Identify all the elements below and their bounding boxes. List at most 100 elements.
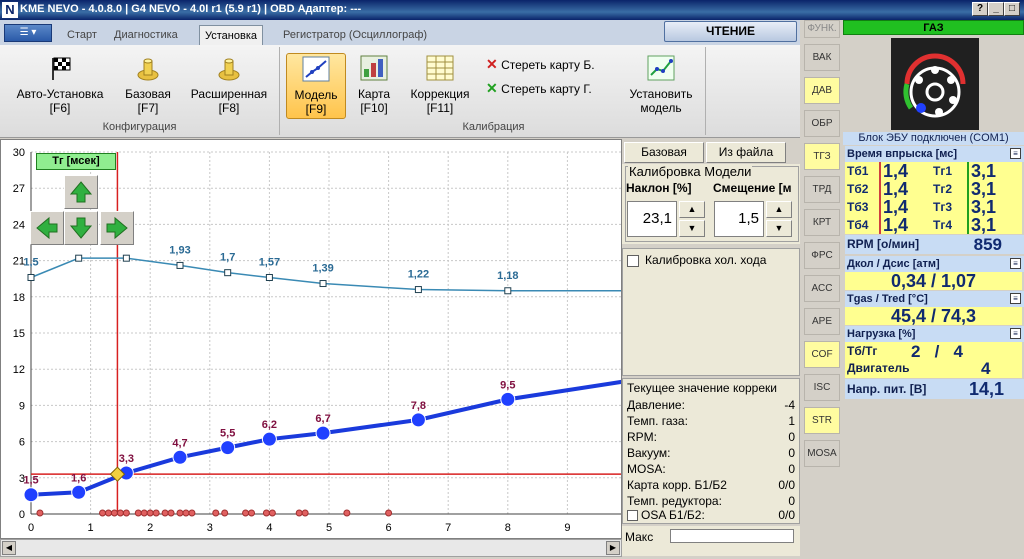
move-down-button[interactable]: [64, 211, 98, 245]
expand-icon[interactable]: ≡: [1010, 328, 1021, 339]
row-value: 0: [788, 430, 795, 444]
current-correction-panel: Текущее значение корреки Давление: -4 Тем…: [622, 378, 800, 524]
sample-point: [301, 509, 309, 517]
series-point-petrol: [172, 449, 188, 465]
max-label: Макс: [625, 530, 654, 544]
side-tab-2[interactable]: ДАВ: [804, 77, 840, 104]
minimize-button[interactable]: _: [988, 2, 1004, 16]
side-tab-0[interactable]: ФУНК.: [804, 20, 840, 38]
idle-checkbox[interactable]: [627, 255, 639, 267]
offset-input[interactable]: 1,5: [714, 201, 764, 237]
config-group-label: Конфигурация: [102, 121, 177, 133]
gas-info-panel: ГАЗ Блок ЭБУ подключен (COM1) Время впры…: [843, 20, 1024, 559]
expand-icon[interactable]: ≡: [1010, 148, 1021, 159]
max-row: Макс: [622, 526, 800, 556]
vertical-tabs: ФУНК. ВАК ДАВ ОБР ТГЗ ТРД КРТ ФРС АСС АРЕ COF ISC ST…: [800, 20, 843, 559]
side-tab-10[interactable]: COF: [804, 341, 840, 368]
slope-down-button[interactable]: ▼: [679, 220, 705, 237]
erase-map-g-button[interactable]: ✕ Стереть карту Г.: [486, 79, 626, 97]
model-button[interactable]: Модель [F9]: [286, 53, 346, 119]
side-tab-13[interactable]: MOSA: [804, 440, 840, 467]
app-menu-button[interactable]: ☰ ▾: [4, 24, 52, 42]
advanced-setup-button[interactable]: Расширенная [F8]: [184, 55, 274, 115]
tab-setup[interactable]: Установка: [199, 25, 263, 45]
chart-hscrollbar[interactable]: ◀ ▶: [0, 539, 622, 557]
set-model-label: Установить: [629, 87, 693, 101]
inj-bank1-label: Тб1: [847, 164, 869, 178]
x-tick-label: 1: [88, 522, 94, 534]
x-tick-label: 0: [28, 522, 34, 534]
offset-down-button[interactable]: ▼: [766, 220, 792, 237]
voltage-row: Напр. пит. [В] 14,1: [845, 379, 1024, 399]
rpm-value: 859: [973, 235, 1002, 254]
scroll-left-icon[interactable]: ◀: [2, 541, 16, 555]
osa-checkbox[interactable]: [627, 510, 638, 521]
load-label-text: Нагрузка [%]: [847, 328, 916, 340]
series-point-gas: [504, 287, 512, 295]
correction-button[interactable]: Коррекция [F11]: [402, 55, 478, 115]
side-tab-9[interactable]: АРЕ: [804, 308, 840, 335]
data-label-gas: 1,57: [259, 256, 280, 268]
side-tab-3[interactable]: ОБР: [804, 110, 840, 137]
side-tab-12[interactable]: STR: [804, 407, 840, 434]
move-up-button[interactable]: [64, 175, 98, 209]
row-label: Карта корр. Б1/Б2: [627, 478, 727, 492]
set-model-button[interactable]: Установить модель: [622, 55, 700, 115]
tab-start[interactable]: Старт: [62, 25, 102, 45]
series-point-gas: [176, 261, 184, 269]
slope-input[interactable]: 23,1: [627, 201, 677, 237]
tab-recorder[interactable]: Регистратор (Осциллограф): [278, 25, 432, 45]
slope-up-button[interactable]: ▲: [679, 201, 705, 218]
auto-setup-label: Авто-Установка: [16, 87, 104, 101]
side-tab-6[interactable]: КРТ: [804, 209, 840, 236]
gas-switch-icon[interactable]: [891, 38, 979, 130]
maximize-button[interactable]: □: [1004, 2, 1020, 16]
sample-point: [99, 509, 107, 517]
scroll-right-icon[interactable]: ▶: [606, 541, 620, 555]
side-tab-11[interactable]: ISC: [804, 374, 840, 401]
offset-up-button[interactable]: ▲: [766, 201, 792, 218]
side-tab-5[interactable]: ТРД: [804, 176, 840, 203]
expand-icon[interactable]: ≡: [1010, 293, 1021, 304]
expand-icon[interactable]: ≡: [1010, 258, 1021, 269]
current-correction-title: Текущее значение корреки: [627, 381, 777, 395]
sample-point: [248, 509, 256, 517]
side-tab-4[interactable]: ТГЗ: [804, 143, 840, 170]
row-label: RPM:: [627, 430, 657, 444]
side-tab-1[interactable]: ВАК: [804, 44, 840, 71]
list-item: Темп. газа: 1: [627, 414, 799, 429]
sample-point: [161, 509, 169, 517]
y-tick-label: 30: [13, 147, 25, 159]
data-label-petrol: 9,5: [500, 379, 515, 391]
move-left-button[interactable]: [30, 211, 64, 245]
pressure-value: 0,34 / 1,07: [845, 272, 1022, 290]
temp-label: Tgas / Tred [°C] ≡: [845, 291, 1024, 307]
base-button[interactable]: Базовая: [624, 142, 704, 163]
sample-point: [152, 509, 160, 517]
side-tab-8[interactable]: АСС: [804, 275, 840, 302]
row-label: Давление:: [627, 398, 685, 412]
rpm-row: RPM [о/мин] 859: [845, 235, 1024, 254]
side-tab-7[interactable]: ФРС: [804, 242, 840, 269]
calib-group: Модель [F9] Карта [F10] Коррекция [F11] …: [282, 47, 706, 135]
tab-diagnostics[interactable]: Диагностика: [109, 25, 183, 45]
read-button[interactable]: ЧТЕНИЕ: [664, 21, 797, 42]
voltage-value: 14,1: [968, 379, 1004, 399]
move-right-button[interactable]: [100, 211, 134, 245]
sample-point: [36, 509, 44, 517]
inj-bank1-value: 1,4: [879, 216, 908, 234]
list-item: Темп. редуктора: 0: [627, 494, 799, 509]
basic-setup-button[interactable]: Базовая [F7]: [120, 55, 176, 115]
map-button[interactable]: Карта [F10]: [352, 55, 396, 115]
arrow-left-icon: [36, 216, 58, 240]
erase-map-b-button[interactable]: ✕ Стереть карту Б.: [486, 55, 626, 73]
row-label: Темп. редуктора:: [627, 494, 722, 508]
from-file-button[interactable]: Из файла: [706, 142, 786, 163]
load-engine-value: 4: [981, 359, 991, 378]
data-label-petrol: 1,5: [23, 475, 38, 487]
sample-point: [110, 509, 118, 517]
app-logo: N: [2, 2, 18, 18]
help-button[interactable]: ?: [972, 2, 988, 16]
auto-setup-button[interactable]: Авто-Установка [F6]: [6, 55, 114, 115]
inj-gas-value: 3,1: [967, 180, 996, 198]
